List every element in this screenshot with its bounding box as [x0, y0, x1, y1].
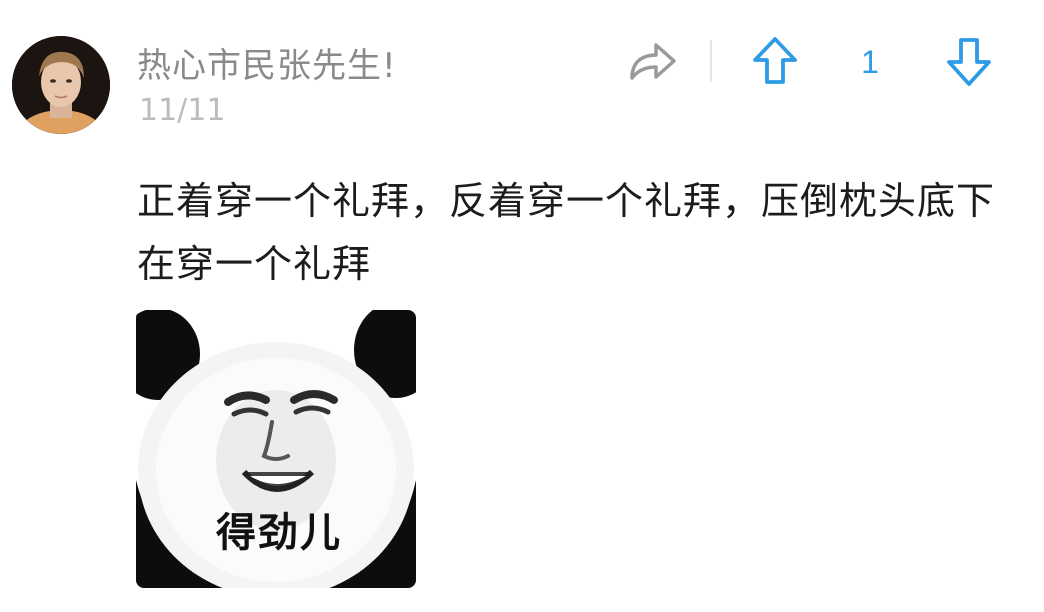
share-button[interactable] — [626, 36, 680, 88]
vote-count: 1 — [861, 44, 879, 80]
comment-card: 热心市民张先生! 11/11 1 正着穿一个礼拜，反着穿一个礼拜，压倒枕头底下在… — [0, 0, 1044, 612]
avatar-photo — [12, 36, 110, 134]
author-name[interactable]: 热心市民张先生! — [137, 44, 397, 88]
down-arrow-icon — [947, 38, 991, 86]
avatar[interactable] — [12, 36, 110, 134]
downvote-button[interactable] — [944, 34, 994, 90]
upvote-button[interactable] — [750, 34, 800, 90]
sticker-image[interactable]: 得劲儿 — [136, 310, 416, 588]
comment-body: 正着穿一个礼拜，反着穿一个礼拜，压倒枕头底下在穿一个礼拜 — [137, 179, 996, 286]
action-divider — [710, 40, 712, 82]
share-arrow-icon — [630, 43, 676, 80]
comment-timestamp: 11/11 — [139, 93, 226, 128]
sticker-caption: 得劲儿 — [216, 510, 342, 556]
up-arrow-icon — [753, 37, 797, 84]
